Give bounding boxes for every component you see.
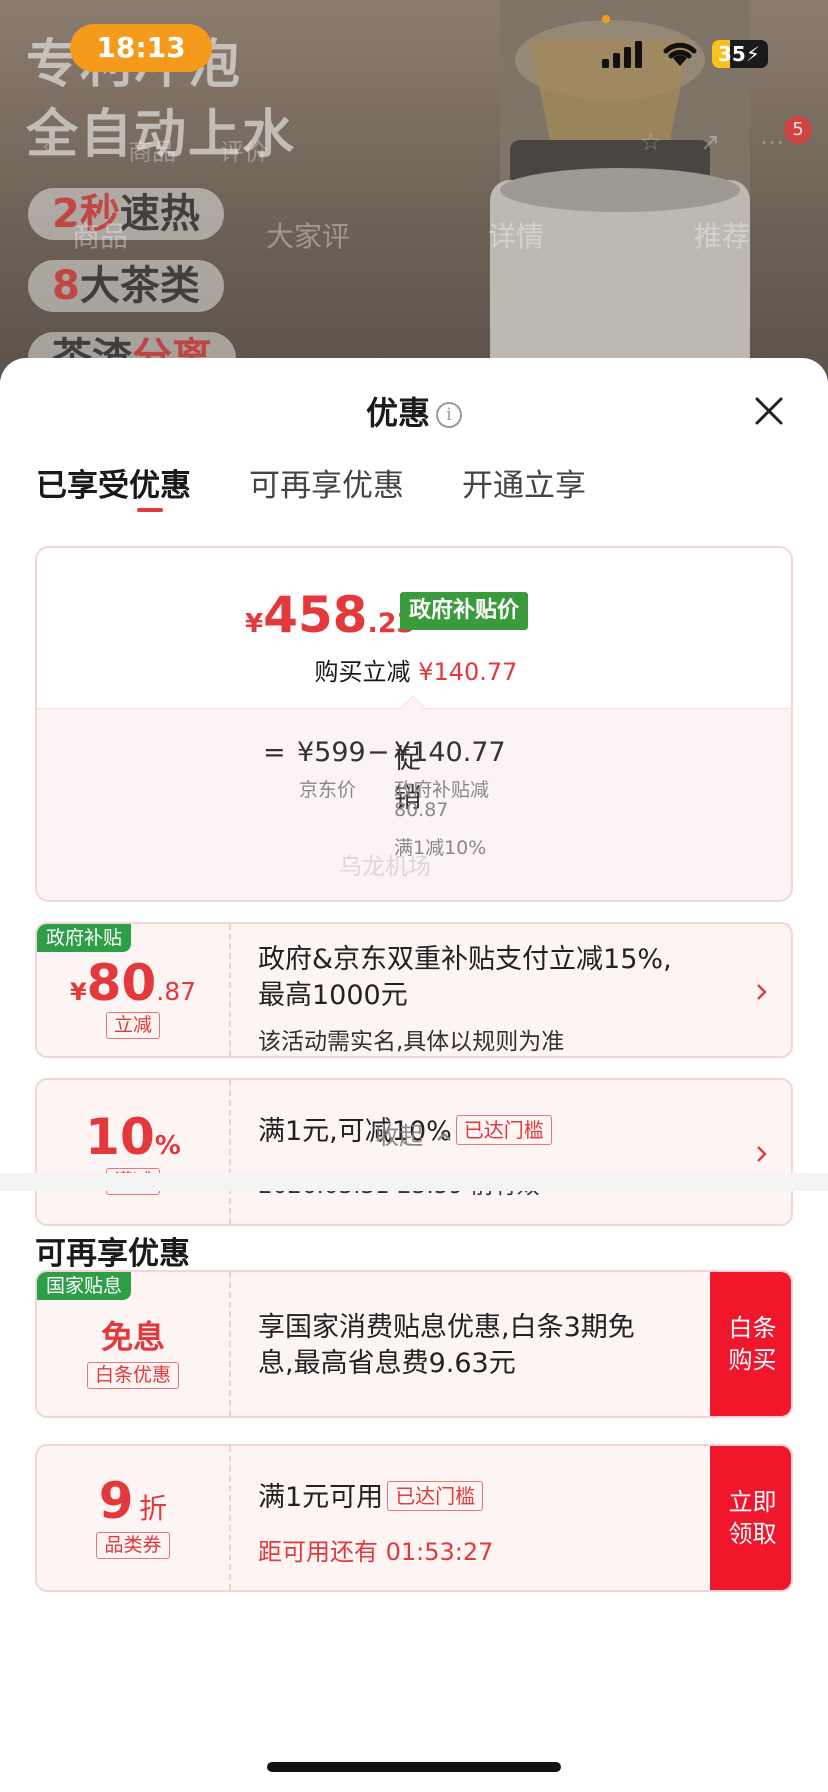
sheet-title: 优惠 i <box>0 388 828 434</box>
gov-subsidy-label: 政府补贴减 <box>394 779 490 801</box>
coupon-amount: 免息 <box>100 1318 165 1356</box>
tab-open-to-enjoy[interactable]: 开通立享 <box>462 460 586 505</box>
corner-tag: 政府补贴 <box>37 924 132 952</box>
tab-enjoyed[interactable]: 已享受优惠 <box>36 460 191 505</box>
full-reduction-coupon[interactable]: 10% 满减 满1元,可减10%已达门槛 2026.03.31 23:59 前有… <box>35 1078 793 1226</box>
corner-tag: 国家贴息 <box>37 1272 132 1300</box>
privacy-dot <box>602 15 610 23</box>
tab-product[interactable]: 商品 <box>72 215 128 255</box>
coupon-desc-line1: 享国家消费贴息优惠,白条3期免 <box>258 1312 635 1343</box>
feature-pill: 8大茶类 <box>28 260 224 312</box>
coupon-type: 白条优惠 <box>86 1362 179 1389</box>
claim-now-button[interactable]: 立即领取 <box>710 1446 791 1590</box>
signal-icon <box>602 41 642 68</box>
gov-subsidy-price-tag: 政府补贴价 <box>400 592 529 630</box>
category-coupon[interactable]: 9 折 品类券 满1元可用 已达门槛 距可用还有 01:53:27 立即领取 <box>35 1444 793 1592</box>
coupon-desc-line2: 最高1000元 <box>258 980 408 1011</box>
watermark: 乌龙机场 <box>339 854 431 880</box>
info-icon[interactable]: i <box>436 402 462 428</box>
tab-recommend[interactable]: 推荐 <box>694 215 750 255</box>
tab-details[interactable]: 详情 <box>488 215 544 255</box>
nav-segment[interactable]: 商品 <box>128 132 176 167</box>
coupon-desc-line2: 息,最高省息费9.63元 <box>258 1348 516 1379</box>
instant-reduction: 购买立减 ¥140.77 <box>314 658 518 686</box>
equals-sign: = <box>263 737 286 768</box>
coupon-amount: ¥80.87 <box>69 954 197 1012</box>
status-time: 18:13 <box>70 24 212 72</box>
tab-more-available[interactable]: 可再享优惠 <box>249 460 404 505</box>
home-indicator <box>267 1762 561 1772</box>
cart-badge: 5 <box>784 116 812 144</box>
price-breakdown-card: ¥458.23 政府补贴价 购买立减 ¥140.77 = ¥599 − 促销 ¥1… <box>35 546 793 902</box>
active-tab-indicator <box>137 508 163 512</box>
threshold-reached-badge: 已达门槛 <box>387 1481 484 1511</box>
minus-sign: − <box>367 737 390 768</box>
nav-segment[interactable]: 评价 <box>220 132 268 167</box>
product-nav-bar: ‹ 商品 评价 ☆ ↗ ⋯ <box>20 120 810 180</box>
coupon-desc-line1: 政府&京东双重补贴支付立减15%, <box>258 944 672 975</box>
discount-sheet: 优惠 i 已享受优惠 可再享优惠 开通立享 ¥458.23 政府补贴价 购买立减 … <box>0 358 828 1792</box>
coupon-type: 立减 <box>105 1012 160 1039</box>
product-tabs: 商品 大家评 详情 推荐 <box>0 215 828 253</box>
chevron-up-icon <box>436 1132 451 1141</box>
final-price: ¥458.23 <box>245 586 416 644</box>
price-formula: = ¥599 − 促销 ¥140.77 京东价 政府补贴减 80.87 满1减10… <box>37 708 791 900</box>
interest-free-coupon[interactable]: 国家贴息 免息 白条优惠 享国家消费贴息优惠,白条3期免 息,最高省息费9.63… <box>35 1270 793 1418</box>
coupon-amount: 9 折 <box>98 1472 168 1530</box>
countdown: 距可用还有 01:53:27 <box>258 1538 494 1566</box>
back-icon[interactable]: ‹ <box>42 132 52 160</box>
coupon-type: 品类券 <box>96 1532 170 1559</box>
status-icons: 35⚡ <box>600 36 800 72</box>
section-divider <box>0 1173 828 1191</box>
baitiao-buy-button[interactable]: 白条购买 <box>710 1272 791 1416</box>
wifi-icon <box>663 42 697 66</box>
more-icon[interactable]: ⋯ <box>760 128 784 156</box>
gov-subsidy-value: 80.87 <box>394 799 449 821</box>
collapse-button[interactable]: 收起 <box>0 1116 828 1151</box>
jd-price: ¥599 <box>297 737 366 768</box>
battery-icon: 35⚡ <box>712 40 768 68</box>
close-icon[interactable] <box>752 394 786 428</box>
discount-tabs: 已享受优惠 可再享优惠 开通立享 <box>36 460 796 512</box>
section-title-more: 可再享优惠 <box>35 1236 190 1272</box>
jd-price-label: 京东价 <box>299 779 357 801</box>
share-icon[interactable]: ↗ <box>700 128 720 156</box>
coupon-desc-line1: 满1元可用 已达门槛 <box>258 1480 484 1516</box>
chevron-right-icon[interactable] <box>753 982 769 1002</box>
gov-subsidy-coupon[interactable]: 政府补贴 ¥80.87 立减 政府&京东双重补贴支付立减15%, 最高1000元… <box>35 922 793 1058</box>
favorite-icon[interactable]: ☆ <box>640 128 662 156</box>
tab-reviews[interactable]: 大家评 <box>266 215 350 255</box>
coupon-note: 该活动需实名,具体以规则为准 <box>258 1029 565 1055</box>
